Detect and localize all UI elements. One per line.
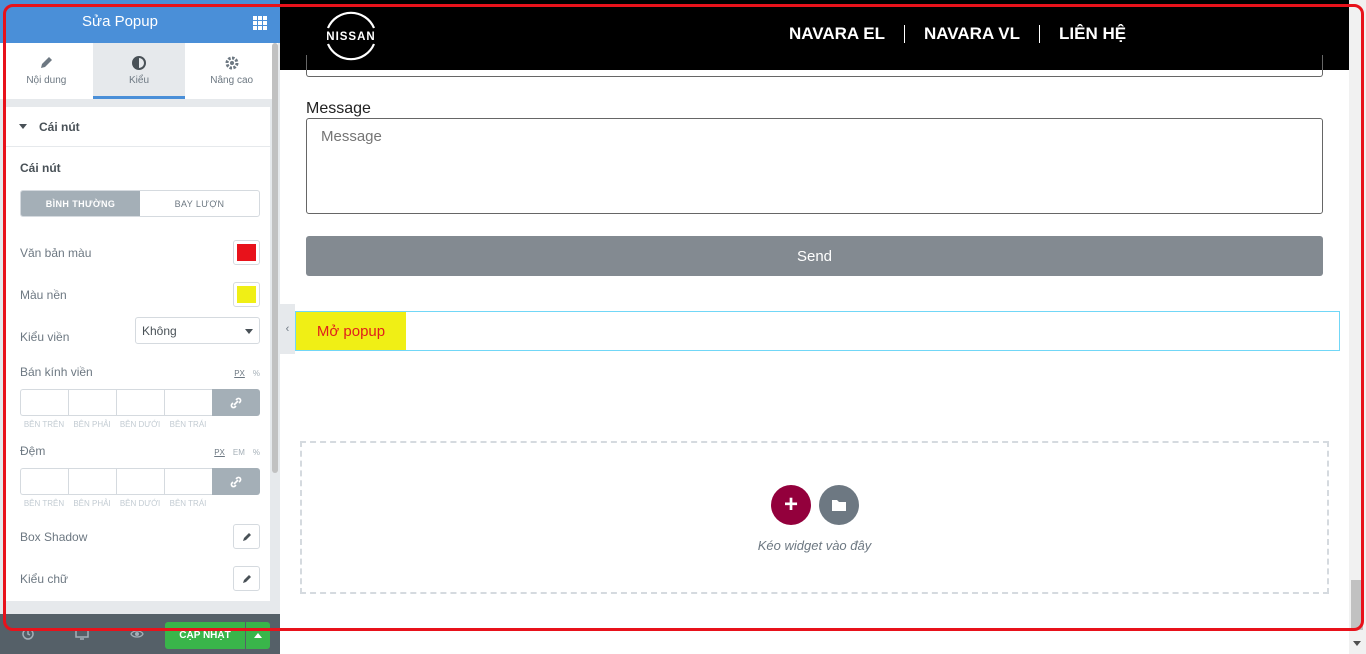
link-icon <box>230 397 242 408</box>
unit-percent[interactable]: % <box>253 369 260 378</box>
border-radius-label: Bán kính viền <box>20 365 93 379</box>
padding-bottom-input[interactable] <box>116 468 164 495</box>
padding-dimension-labels: BÊN TRÊN BÊN PHẢI BÊN DƯỚI BÊN TRÁI <box>20 499 212 508</box>
section-title: Cái nút <box>39 119 80 134</box>
logo-text: NISSAN <box>326 31 375 43</box>
radius-dimension-labels: BÊN TRÊN BÊN PHẢI BÊN DƯỚI BÊN TRÁI <box>20 420 212 429</box>
scroll-down-arrow-icon[interactable] <box>1353 641 1361 646</box>
dropzone-hint: Kéo widget vào đây <box>757 538 872 553</box>
editor-panel: Sửa Popup Nội dung Kiểu Nâng cao Cái nút… <box>0 0 280 654</box>
tab-label: Nâng cao <box>210 75 254 86</box>
update-options-button[interactable] <box>246 622 270 649</box>
panel-scrollbar[interactable] <box>272 43 278 473</box>
eye-icon[interactable] <box>130 627 144 641</box>
menu-item-navara-el[interactable]: NAVARA EL <box>770 22 904 46</box>
bg-color-swatch <box>237 286 256 303</box>
panel-title: Sửa Popup <box>82 13 158 30</box>
radius-bottom-input[interactable] <box>116 389 164 416</box>
text-color-swatch <box>237 244 256 261</box>
menu-item-navara-vl[interactable]: NAVARA VL <box>905 22 1039 46</box>
section-header[interactable]: Cái nút <box>4 107 270 147</box>
unit-percent[interactable]: % <box>253 448 260 457</box>
border-type-label: Kiểu viền <box>20 330 70 344</box>
radius-right-input[interactable] <box>68 389 116 416</box>
open-popup-button[interactable]: Mở popup <box>296 312 406 350</box>
controls-scroll-area: Cái nút Cái nút BÌNH THƯỜNG BAY LƯỢN Văn… <box>0 99 270 614</box>
pencil-icon <box>41 57 53 68</box>
folder-icon <box>832 500 846 511</box>
message-field[interactable] <box>306 118 1323 214</box>
padding-left-input[interactable] <box>164 468 212 495</box>
radius-top-input[interactable] <box>20 389 68 416</box>
text-color-label: Văn bản màu <box>20 246 92 260</box>
button-section: Cái nút Cái nút BÌNH THƯỜNG BAY LƯỢN Văn… <box>4 107 270 601</box>
caret-up-icon <box>254 633 262 638</box>
box-shadow-edit-button[interactable] <box>233 524 260 549</box>
dim-label-top: BÊN TRÊN <box>23 499 65 508</box>
dim-label-bottom: BÊN DƯỚI <box>119 499 161 508</box>
typography-edit-button[interactable] <box>233 566 260 591</box>
contrast-icon <box>132 56 146 70</box>
gear-icon <box>225 56 239 70</box>
border-radius-inputs <box>20 389 260 416</box>
dim-label-left: BÊN TRÁI <box>169 499 207 508</box>
text-color-picker[interactable] <box>233 240 260 265</box>
tab-label: Kiểu <box>129 75 150 86</box>
preview-scrollbar[interactable] <box>1349 0 1366 654</box>
control-heading: Cái nút <box>20 161 61 175</box>
page-preview: NISSAN NAVARA EL NAVARA VL LIÊN HỆ Messa… <box>280 0 1366 654</box>
link-values-button[interactable] <box>212 468 260 495</box>
caret-down-icon <box>19 124 27 129</box>
tab-content[interactable]: Nội dung <box>0 43 93 99</box>
popup-widget[interactable]: Mở popup <box>295 311 1340 351</box>
add-section-button[interactable]: + <box>771 485 811 525</box>
padding-right-input[interactable] <box>68 468 116 495</box>
state-hover-tab[interactable]: BAY LƯỢN <box>140 191 259 216</box>
dim-label-bottom: BÊN DƯỚI <box>119 420 161 429</box>
panel-header: Sửa Popup <box>0 0 280 43</box>
unit-px[interactable]: PX <box>234 369 245 378</box>
border-type-select[interactable]: Không <box>135 317 260 344</box>
border-radius-units: PX % <box>234 369 260 378</box>
dim-label-left: BÊN TRÁI <box>169 420 207 429</box>
tab-label: Nội dung <box>26 75 67 86</box>
bg-color-label: Màu nền <box>20 288 67 302</box>
pencil-icon <box>242 574 251 583</box>
unit-px[interactable]: PX <box>214 448 225 457</box>
state-normal-tab[interactable]: BÌNH THƯỜNG <box>21 191 140 216</box>
grid-icon[interactable] <box>253 16 267 30</box>
update-button[interactable]: CẬP NHẬT <box>165 622 245 649</box>
previous-field[interactable] <box>306 55 1323 77</box>
collapse-panel-button[interactable]: ‹ <box>280 304 295 354</box>
preview-scrollbar-thumb[interactable] <box>1351 580 1363 630</box>
tab-style[interactable]: Kiểu <box>92 43 186 99</box>
message-label: Message <box>306 100 371 117</box>
link-values-button[interactable] <box>212 389 260 416</box>
tab-advanced[interactable]: Nâng cao <box>185 43 278 99</box>
widget-dropzone[interactable]: + Kéo widget vào đây <box>300 441 1329 594</box>
link-icon <box>230 476 242 487</box>
panel-tabs: Nội dung Kiểu Nâng cao <box>0 43 278 99</box>
menu-item-contact[interactable]: LIÊN HỆ <box>1040 22 1145 46</box>
send-button[interactable]: Send <box>306 236 1323 276</box>
unit-em[interactable]: EM <box>233 448 245 457</box>
bg-color-picker[interactable] <box>233 282 260 307</box>
padding-top-input[interactable] <box>20 468 68 495</box>
responsive-icon[interactable] <box>75 627 89 641</box>
dim-label-right: BÊN PHẢI <box>73 499 111 508</box>
padding-label: Đệm <box>20 444 46 458</box>
dim-label-right: BÊN PHẢI <box>73 420 111 429</box>
box-shadow-label: Box Shadow <box>20 530 88 544</box>
typography-label: Kiểu chữ <box>20 572 69 586</box>
history-icon[interactable] <box>21 627 35 641</box>
add-template-button[interactable] <box>819 485 859 525</box>
site-menu: NAVARA EL NAVARA VL LIÊN HỆ <box>770 22 1145 46</box>
panel-footer: CẬP NHẬT <box>0 614 280 654</box>
dim-label-top: BÊN TRÊN <box>23 420 65 429</box>
padding-inputs <box>20 468 260 495</box>
radius-left-input[interactable] <box>164 389 212 416</box>
state-toggle: BÌNH THƯỜNG BAY LƯỢN <box>20 190 260 217</box>
pencil-icon <box>242 532 251 541</box>
padding-units: PX EM % <box>214 448 260 457</box>
